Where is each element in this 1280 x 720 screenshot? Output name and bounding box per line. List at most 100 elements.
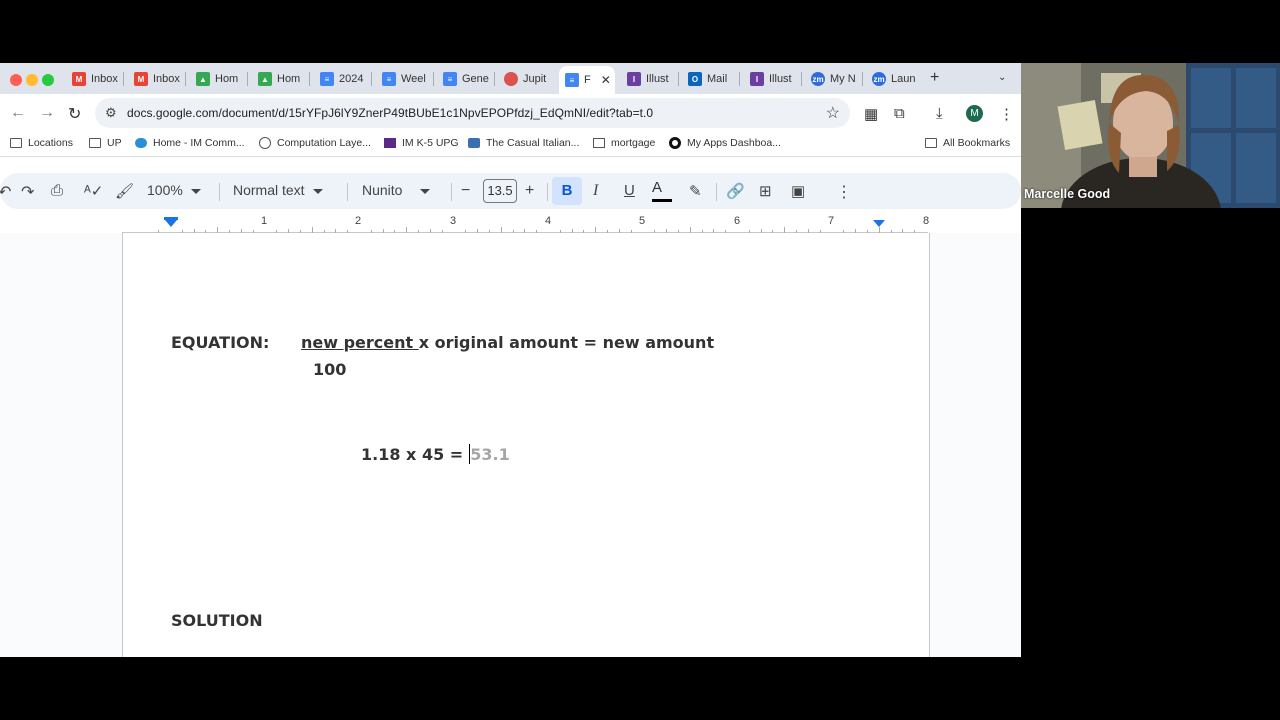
tab-zoom[interactable]: zm My N: [811, 67, 863, 91]
fraction-numerator: new percent: [301, 333, 419, 352]
bookmarks-bar: Locations UP Home - IM Comm... Computati…: [0, 132, 1021, 156]
forward-button[interactable]: →: [39, 104, 55, 122]
calculation-suggestion[interactable]: 53.1: [470, 445, 509, 464]
reload-button[interactable]: ↻: [68, 104, 81, 124]
ruler-number: 4: [545, 215, 552, 227]
tab-illustrative[interactable]: I Illust: [627, 67, 679, 91]
google-docs-icon: ≡: [565, 73, 579, 87]
google-drive-icon: ▲: [258, 72, 272, 86]
tab-label: Laun: [891, 73, 916, 85]
outlook-icon: O: [688, 72, 702, 86]
google-drive-icon: ▲: [196, 72, 210, 86]
document-page[interactable]: EQUATION: new percent x original amount …: [122, 233, 930, 657]
browser-menu-icon[interactable]: ⋮: [999, 105, 1014, 123]
tab-home[interactable]: ▲ Hom: [196, 67, 248, 91]
bookmark-im-k5[interactable]: IM K-5 UPG: [384, 137, 459, 149]
bold-button[interactable]: B: [552, 177, 582, 205]
bookmark-label: Locations: [28, 137, 73, 149]
tab-zoom-launch[interactable]: zm Laun: [872, 67, 924, 91]
docs-toolbar: ↶ ↷ ⎙ ᴬ✓ 🖌 100% Normal text Nunito − 13.…: [0, 173, 1021, 209]
window-close-button[interactable]: [10, 74, 22, 86]
bookmark-casual-italian[interactable]: The Casual Italian...: [468, 137, 579, 149]
paragraph-style-value: Normal text: [233, 182, 305, 198]
text-color-button[interactable]: A: [652, 179, 672, 202]
tab-inbox[interactable]: M Inbox: [134, 67, 186, 91]
site-info-icon[interactable]: ⚙: [105, 105, 117, 121]
print-icon[interactable]: ⎙: [51, 182, 63, 199]
font-size-input[interactable]: 13.5: [483, 179, 517, 203]
tab-week[interactable]: ≡ Weel: [382, 67, 434, 91]
download-icon[interactable]: ⤓: [936, 105, 943, 122]
back-button[interactable]: ←: [10, 104, 26, 122]
folder-icon: [925, 138, 937, 148]
bookmark-label: My Apps Dashboa...: [687, 137, 781, 149]
ruler-number: 1: [261, 215, 268, 227]
profile-avatar[interactable]: M: [966, 105, 983, 122]
illustrative-math-icon: I: [627, 72, 641, 86]
underline-button[interactable]: U: [624, 182, 635, 199]
decrease-font-size-icon[interactable]: −: [461, 182, 470, 200]
tab-home[interactable]: ▲ Hom: [258, 67, 310, 91]
bookmark-mortgage[interactable]: mortgage: [593, 137, 655, 149]
paragraph-style-dropdown[interactable]: Normal text: [233, 182, 323, 198]
tab-active-doc[interactable]: ≡ F ✕: [559, 66, 615, 94]
insert-image-icon[interactable]: ▣: [791, 182, 805, 200]
bookmark-locations[interactable]: Locations: [10, 137, 73, 149]
increase-font-size-icon[interactable]: +: [525, 182, 534, 200]
bookmark-label: Home - IM Comm...: [153, 137, 245, 149]
okta-icon: [669, 137, 681, 149]
folder-icon: [89, 138, 101, 148]
tab-jupiter[interactable]: Jupit: [504, 67, 556, 91]
close-tab-icon[interactable]: ✕: [601, 73, 611, 87]
new-tab-button[interactable]: +: [930, 69, 939, 87]
undo-icon[interactable]: ↶: [0, 182, 11, 202]
tab-search-chevron-icon[interactable]: ⌄: [998, 72, 1006, 83]
italic-button[interactable]: I: [593, 182, 598, 200]
tab-2024[interactable]: ≡ 2024: [320, 67, 372, 91]
tab-label: Inbox: [153, 73, 180, 85]
tab-illustrative[interactable]: I Illust: [750, 67, 802, 91]
all-bookmarks[interactable]: All Bookmarks: [925, 137, 1010, 149]
extensions-icon[interactable]: ⧉: [894, 105, 905, 122]
ruler-number: 6: [734, 215, 741, 227]
zoom-icon: zm: [872, 72, 886, 86]
all-bookmarks-label: All Bookmarks: [943, 137, 1011, 149]
bookmark-my-apps[interactable]: My Apps Dashboa...: [669, 137, 781, 149]
highlight-pen-icon[interactable]: ✎: [689, 182, 702, 200]
bookmark-im-community[interactable]: Home - IM Comm...: [135, 137, 245, 149]
window-minimize-button[interactable]: [26, 74, 38, 86]
zoom-dropdown[interactable]: 100%: [147, 182, 201, 198]
tab-inbox[interactable]: M Inbox: [72, 67, 124, 91]
more-options-icon[interactable]: ⋮: [836, 182, 852, 202]
tab-general[interactable]: ≡ Gene: [443, 67, 495, 91]
qr-code-icon[interactable]: ▦: [864, 105, 878, 123]
bookmark-label: Computation Laye...: [277, 137, 371, 149]
left-indent-marker[interactable]: [165, 220, 177, 227]
bookmark-computation-layer[interactable]: Computation Laye...: [259, 137, 371, 149]
redo-icon[interactable]: ↷: [21, 182, 34, 202]
tab-label: My N: [830, 73, 856, 85]
address-bar[interactable]: ⚙ docs.google.com/document/d/15rYFpJ6lY9…: [95, 98, 850, 128]
bookmark-label: mortgage: [611, 137, 656, 149]
ruler-number: 7: [828, 215, 835, 227]
bookmark-star-icon[interactable]: ☆: [826, 103, 840, 123]
zoom-value: 100%: [147, 182, 183, 198]
bookmark-label: IM K-5 UPG: [402, 137, 459, 149]
tab-mail[interactable]: O Mail: [688, 67, 740, 91]
paint-format-icon[interactable]: 🖌: [115, 182, 134, 200]
house-icon: [593, 138, 605, 148]
font-dropdown[interactable]: Nunito: [362, 182, 431, 198]
spellcheck-icon[interactable]: ᴬ✓: [84, 182, 103, 200]
tab-label: Jupit: [523, 73, 547, 85]
bookmark-up[interactable]: UP: [89, 137, 122, 149]
tab-label: Hom: [215, 73, 239, 85]
tab-label: 2024: [339, 73, 364, 85]
ruler-number: 2: [355, 215, 362, 227]
url-text[interactable]: docs.google.com/document/d/15rYFpJ6lY9Zn…: [127, 106, 653, 120]
webcam-video: Marcelle Good: [1021, 63, 1280, 208]
right-indent-marker[interactable]: [873, 220, 885, 227]
gmail-icon: M: [72, 72, 86, 86]
add-comment-icon[interactable]: ⊞: [759, 182, 772, 200]
window-maximize-button[interactable]: [42, 74, 54, 86]
insert-link-icon[interactable]: 🔗: [726, 182, 745, 200]
